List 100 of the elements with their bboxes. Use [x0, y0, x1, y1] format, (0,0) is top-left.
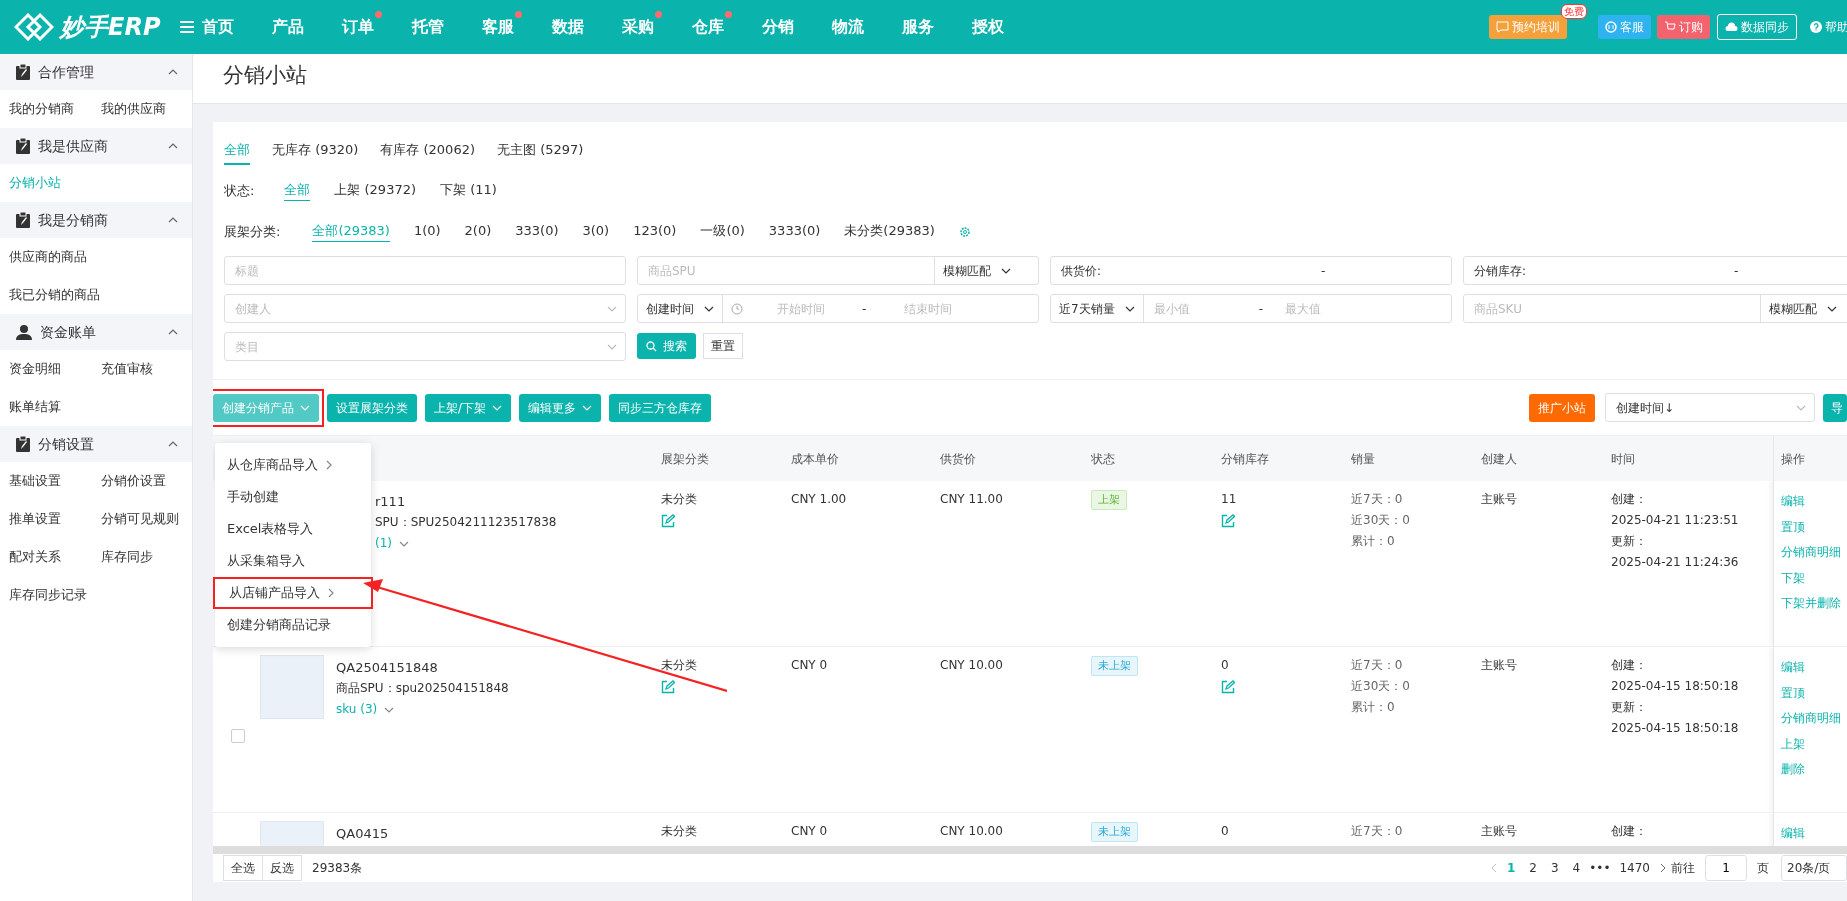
sidebar-section-title: 合作管理	[38, 62, 94, 82]
sidebar-item[interactable]: 基础设置	[9, 462, 61, 500]
range-separator: -	[862, 300, 867, 318]
sales-stat: 近7天：0	[1351, 491, 1404, 508]
sidebar-item[interactable]: 供应商的商品	[9, 238, 87, 276]
sidebar-section-title: 分销设置	[38, 434, 94, 454]
clipboard-icon	[16, 64, 30, 80]
filter-option[interactable]: 333(0)	[515, 221, 559, 242]
row-checkbox[interactable]	[231, 729, 245, 743]
stock-value: 0	[1221, 823, 1230, 840]
dropdown-item[interactable]: Excel表格导入	[213, 513, 373, 545]
page-size-select[interactable]: 20条/页	[1781, 855, 1847, 881]
sidebar-section-title: 我是分销商	[38, 210, 108, 230]
status-tag: 上架	[1091, 490, 1127, 510]
next-page-icon[interactable]	[1659, 863, 1667, 873]
input-field[interactable]: 商品SKU 模糊匹配	[1463, 294, 1847, 323]
page-button[interactable]: 2	[1524, 859, 1542, 877]
range-label: 供货价:	[1060, 262, 1103, 280]
goto-page-field[interactable]: 1	[1705, 855, 1747, 881]
page-button[interactable]: 1470	[1614, 859, 1655, 877]
edit-icon	[661, 513, 675, 528]
sidebar-item[interactable]: 充值审核	[101, 350, 153, 388]
match-select[interactable]: 模糊匹配	[934, 257, 1019, 284]
stock-tab[interactable]: 无库存 (9320)	[272, 140, 359, 163]
range-field[interactable]: 供货价: -	[1050, 256, 1452, 285]
shelf-category: 未分类	[661, 491, 698, 508]
sidebar-item[interactable]: 账单结算	[9, 388, 61, 426]
range-label: 分销库存:	[1473, 262, 1528, 280]
goto-label: 前往	[1671, 860, 1695, 877]
column-header: 展架分类	[661, 450, 710, 468]
page-button[interactable]: 3	[1545, 859, 1564, 877]
invert-selection-button[interactable]: 反选	[263, 855, 302, 881]
chevron-up-icon[interactable]	[168, 441, 178, 447]
match-select[interactable]: 模糊匹配	[1760, 295, 1845, 322]
menu-icon[interactable]	[180, 21, 195, 33]
column-header: 状态	[1091, 450, 1116, 468]
stock-value: 0	[1221, 657, 1230, 674]
sidebar-item[interactable]: 我的供应商	[101, 90, 166, 128]
dropdown-item[interactable]: 从仓库商品导入	[213, 449, 373, 481]
filter-option[interactable]: 3(0)	[582, 221, 610, 242]
sidebar-item[interactable]: 分销价设置	[101, 462, 166, 500]
sort-select[interactable]: 创建时间↓	[1605, 393, 1815, 422]
sidebar-item[interactable]: 库存同步	[101, 538, 153, 576]
cloud-icon	[1724, 22, 1738, 32]
range-field[interactable]: 分销库存: -	[1463, 256, 1847, 285]
sidebar-item[interactable]: 我已分销的商品	[9, 276, 100, 314]
time-stat: 创建：	[1611, 491, 1648, 508]
sales-stat: 近30天：0	[1351, 678, 1411, 695]
filter-option[interactable]: 123(0)	[633, 221, 677, 242]
cost-price: CNY 1.00	[791, 491, 848, 508]
filter-option[interactable]: 上架 (29372)	[334, 180, 417, 201]
sales-stat: 累计：0	[1351, 699, 1396, 716]
input-field[interactable]: 商品SPU 模糊匹配	[637, 256, 1039, 285]
dropdown-item[interactable]: 从采集箱导入	[213, 545, 373, 577]
headset-icon	[1604, 21, 1617, 33]
page-unit: 页	[1757, 860, 1769, 877]
sidebar-item[interactable]: 我的分销商	[9, 90, 74, 128]
date-range-field[interactable]: 创建时间 开始时间 - 结束时间	[637, 294, 1039, 323]
time-stat: 更新：	[1611, 533, 1648, 550]
filter-option[interactable]: 3333(0)	[768, 221, 821, 242]
column-header: 创建人	[1481, 450, 1518, 468]
free-badge: 免费	[1561, 4, 1587, 19]
sidebar-item[interactable]: 资金明细	[9, 350, 61, 388]
supply-price: CNY 11.00	[940, 491, 1004, 508]
date-type-select[interactable]: 创建时间	[638, 295, 723, 322]
filter-option[interactable]: 未分类(29383)	[844, 221, 935, 242]
filter-label: 状态:	[224, 181, 255, 200]
filter-option[interactable]: 下架 (11)	[440, 180, 497, 201]
column-header: 成本单价	[791, 450, 840, 468]
product-title: QA0415	[336, 825, 389, 843]
time-stat: 2025-04-21 11:23:51	[1611, 512, 1740, 529]
stock-tab[interactable]: 无主图 (5297)	[497, 140, 584, 163]
sidebar-item[interactable]: 分销可见规则	[101, 500, 179, 538]
chevron-up-icon[interactable]	[168, 143, 178, 149]
chevron-up-icon[interactable]	[168, 329, 178, 335]
chevron-up-icon[interactable]	[168, 217, 178, 223]
filter-option[interactable]: 一级(0)	[700, 221, 745, 242]
filter-option[interactable]: 1(0)	[413, 221, 441, 242]
stock-tab[interactable]: 有库存 (20062)	[380, 140, 475, 163]
chevron-down-icon	[300, 404, 310, 411]
sidebar-item[interactable]: 配对关系	[9, 538, 61, 576]
product-title: r111	[375, 493, 407, 511]
time-stat: 创建：	[1611, 657, 1648, 674]
page-button[interactable]: 4	[1567, 859, 1586, 877]
sidebar-item[interactable]: 库存同步记录	[9, 576, 87, 614]
cart-icon	[1664, 21, 1676, 33]
select-all-button[interactable]: 全选	[223, 855, 263, 881]
sidebar-item[interactable]: 推单设置	[9, 500, 61, 538]
sales-range-field[interactable]: 近7天销量 最小值 - 最大值	[1050, 294, 1452, 323]
person-icon	[16, 324, 32, 340]
dropdown-item[interactable]: 创建分销商品记录	[213, 609, 373, 641]
reset-button[interactable]: 重置	[702, 333, 743, 359]
dropdown-item[interactable]: 手动创建	[213, 481, 373, 513]
chevron-up-icon[interactable]	[168, 69, 178, 75]
help-icon	[1810, 21, 1822, 33]
end-date-placeholder: 结束时间	[903, 300, 953, 318]
column-header: 时间	[1611, 450, 1636, 468]
sales-period-select[interactable]: 近7天销量	[1051, 295, 1144, 322]
filter-option[interactable]: 2(0)	[464, 221, 492, 242]
stock-value: 11	[1221, 491, 1238, 508]
